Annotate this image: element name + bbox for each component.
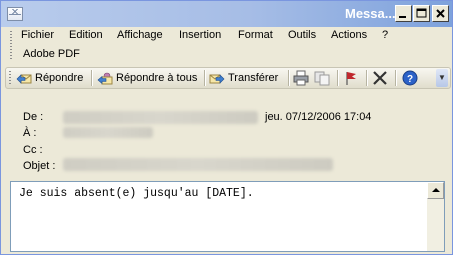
reply-icon — [16, 70, 32, 86]
from-value-redacted — [63, 111, 258, 124]
message-body[interactable]: Je suis absent(e) jusqu'au [DATE]. — [10, 181, 445, 252]
delete-icon — [373, 71, 387, 85]
menu-insertion[interactable]: Insertion — [179, 29, 221, 41]
delete-button[interactable] — [372, 70, 388, 86]
toolbar-separator — [91, 70, 93, 86]
cc-label: Cc : — [23, 144, 43, 156]
copy-icon — [314, 71, 330, 86]
move-to-folder-button[interactable] — [314, 70, 330, 86]
forward-label: Transférer — [228, 72, 279, 84]
reply-all-icon — [97, 70, 113, 86]
subject-label: Objet : — [23, 160, 56, 172]
menu-format[interactable]: Format — [238, 29, 273, 41]
title-bar[interactable]: Messa... — [1, 1, 452, 27]
sent-date: jeu. 07/12/2006 17:04 — [265, 111, 372, 123]
to-value-redacted — [63, 127, 153, 138]
vertical-scrollbar[interactable] — [427, 182, 444, 251]
toolbar-separator — [204, 70, 206, 86]
print-button[interactable] — [293, 70, 309, 86]
close-button[interactable] — [432, 5, 449, 22]
toolbar-separator — [288, 70, 290, 86]
menu-fichier[interactable]: Fichier — [21, 29, 54, 41]
reply-all-label: Répondre à tous — [116, 72, 198, 84]
reply-label: Répondre — [35, 72, 84, 84]
flag-icon — [346, 72, 356, 85]
reply-button[interactable]: Répondre — [16, 69, 83, 87]
toolbar-separator — [366, 70, 368, 86]
minimize-icon — [399, 16, 406, 18]
minimize-button[interactable] — [395, 5, 412, 22]
maximize-button[interactable] — [413, 5, 430, 22]
forward-button[interactable]: Transférer — [209, 69, 278, 87]
maximize-icon — [416, 8, 427, 18]
window-title: Messa... — [345, 6, 396, 21]
menu-edition[interactable]: Edition — [69, 29, 103, 41]
menu-bar: Fichier Edition Affichage Insertion Form… — [7, 27, 447, 67]
close-icon — [436, 9, 445, 18]
scroll-up-icon[interactable] — [427, 182, 444, 199]
flag-button[interactable] — [343, 70, 359, 86]
reply-all-button[interactable]: Répondre à tous — [97, 69, 197, 87]
menu-outils[interactable]: Outils — [288, 29, 316, 41]
toolbar-overflow-button[interactable]: ▼ — [436, 69, 448, 87]
toolbar-separator — [337, 70, 339, 86]
toolbar: Répondre Répondre à tous Transférer ? ▼ — [5, 67, 451, 89]
envelope-icon — [7, 7, 23, 21]
chevron-down-icon: ▼ — [438, 73, 446, 82]
menu-adobe-pdf[interactable]: Adobe PDF — [23, 48, 80, 60]
message-window: Messa... Fichier Edition Affichage Inser… — [0, 0, 453, 255]
subject-value-redacted — [63, 158, 333, 171]
menu-grip — [10, 31, 12, 61]
printer-icon — [293, 70, 309, 86]
from-label: De : — [23, 111, 44, 123]
to-label: À : — [23, 127, 37, 139]
help-button[interactable]: ? — [402, 70, 418, 86]
menu-actions[interactable]: Actions — [331, 29, 367, 41]
toolbar-grip — [9, 71, 11, 85]
svg-text:?: ? — [407, 74, 413, 85]
toolbar-separator — [395, 70, 397, 86]
forward-icon — [209, 70, 225, 86]
help-icon: ? — [402, 70, 418, 86]
menu-help[interactable]: ? — [382, 29, 388, 41]
menu-affichage[interactable]: Affichage — [117, 29, 163, 41]
message-body-text: Je suis absent(e) jusqu'au [DATE]. — [19, 187, 254, 200]
